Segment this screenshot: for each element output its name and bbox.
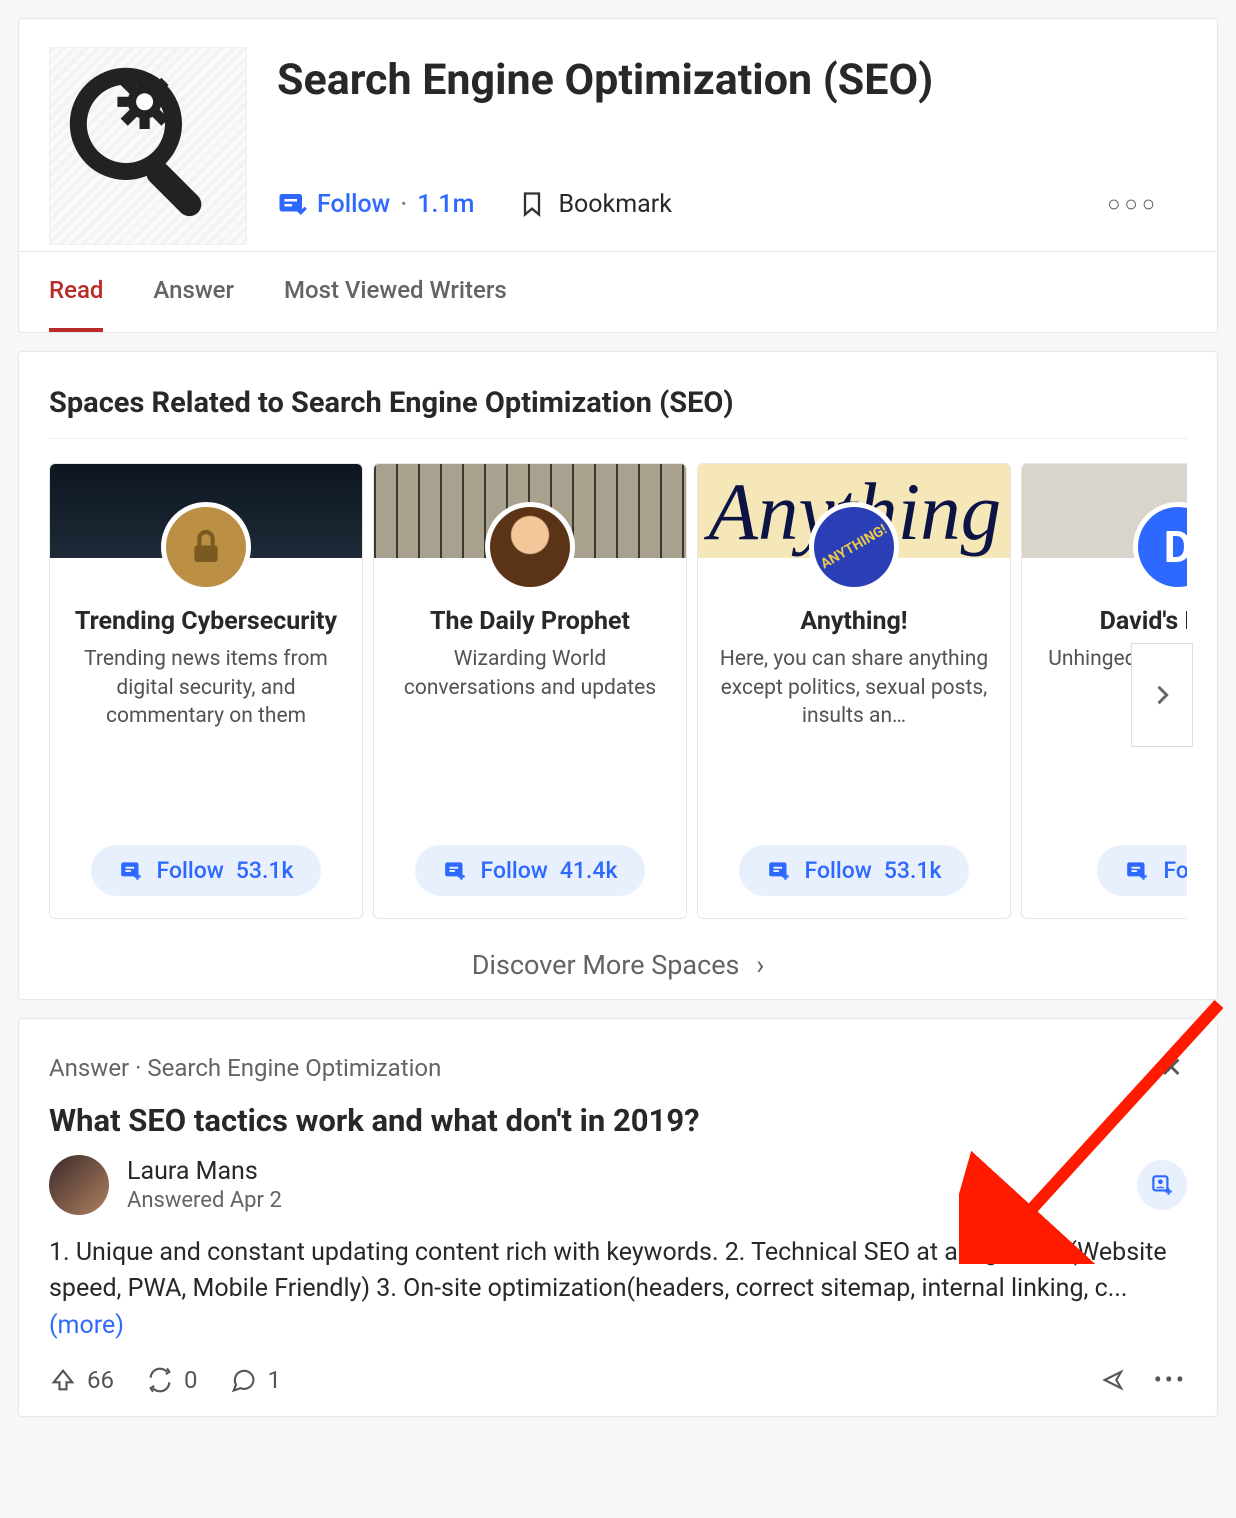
follower-count: 1.1m: [417, 190, 474, 219]
footer-right: •••: [1100, 1366, 1187, 1394]
follow-label: Follow: [317, 190, 390, 219]
space-banner: [50, 464, 362, 558]
space-avatar: [485, 502, 575, 592]
reshare-icon: [146, 1366, 174, 1394]
author-info: Laura Mans Answered Apr 2: [127, 1157, 282, 1213]
follow-user-button[interactable]: [1137, 1160, 1187, 1210]
answered-date: Answered Apr 2: [127, 1188, 282, 1213]
space-card[interactable]: The Daily Prophet Wizarding World conver…: [373, 463, 687, 919]
reshare-count: 0: [184, 1366, 198, 1394]
spaces-card: Spaces Related to Search Engine Optimiza…: [18, 351, 1218, 1000]
author-row: Laura Mans Answered Apr 2: [19, 1155, 1217, 1227]
spaces-carousel: Trending Cybersecurity Trending news ite…: [49, 463, 1187, 919]
share-button[interactable]: [1100, 1366, 1128, 1394]
more-link[interactable]: (more): [49, 1311, 124, 1340]
follow-icon: [119, 858, 145, 884]
space-card[interactable]: Anything ANYTHING! Anything! Here, you c…: [697, 463, 1011, 919]
tab-read[interactable]: Read: [49, 252, 103, 332]
lock-icon: [186, 527, 226, 567]
bookmark-label: Bookmark: [558, 190, 671, 219]
space-follow-label: Follow: [805, 857, 872, 884]
more-options-button[interactable]: ○○○: [1099, 183, 1167, 225]
space-banner: Anything ANYTHING!: [698, 464, 1010, 558]
spaces-heading: Spaces Related to Search Engine Optimiza…: [49, 386, 1187, 439]
answer-type-label: Answer: [49, 1054, 129, 1082]
comment-icon: [229, 1366, 257, 1394]
author-name[interactable]: Laura Mans: [127, 1157, 282, 1186]
tabs-row: Read Answer Most Viewed Writers: [19, 251, 1217, 332]
reshare-button[interactable]: 0: [146, 1366, 198, 1394]
space-banner: [374, 464, 686, 558]
avatar[interactable]: [49, 1155, 109, 1215]
space-avatar: [161, 502, 251, 592]
follow-icon: [1125, 858, 1151, 884]
space-follow-label: Follow: [1163, 857, 1187, 884]
space-banner: D: [1022, 464, 1187, 558]
space-body: Anything! Here, you can share anything e…: [698, 558, 1010, 845]
discover-label: Discover More Spaces: [472, 949, 740, 981]
space-card[interactable]: Trending Cybersecurity Trending news ite…: [49, 463, 363, 919]
topic-title: Search Engine Optimization (SEO): [277, 55, 1187, 105]
answer-text: 1. Unique and constant updating content …: [49, 1238, 1167, 1303]
upvote-count: 66: [87, 1366, 114, 1394]
space-follow-button[interactable]: Follow 41.4k: [415, 845, 646, 896]
follow-icon: [443, 858, 469, 884]
discover-more-link[interactable]: Discover More Spaces ›: [49, 949, 1187, 981]
topic-header-row: Search Engine Optimization (SEO) Follow …: [19, 19, 1217, 245]
tab-answer[interactable]: Answer: [153, 252, 234, 332]
space-desc: Trending news items from digital securit…: [68, 645, 344, 730]
magnifier-gear-icon: [63, 61, 233, 231]
upvote-button[interactable]: 66: [49, 1366, 114, 1394]
space-follow-label: Follow: [157, 857, 224, 884]
space-follow-button[interactable]: Follow 53.1k: [739, 845, 970, 896]
question-title[interactable]: What SEO tactics work and what don't in …: [19, 1102, 1217, 1155]
space-follow-count: 53.1k: [236, 857, 294, 884]
space-follow-count: 41.4k: [560, 857, 618, 884]
space-name: David's Digest: [1040, 606, 1187, 637]
answer-footer: 66 0 1 •••: [19, 1358, 1217, 1416]
topic-icon: [49, 47, 247, 245]
answer-meta-row: Answer · Search Engine Optimization ✕: [19, 1019, 1217, 1102]
space-avatar: ANYTHING!: [809, 502, 899, 592]
space-name: Trending Cybersecurity: [68, 606, 344, 637]
spaces-row: Trending Cybersecurity Trending news ite…: [49, 463, 1187, 919]
space-name: The Daily Prophet: [392, 606, 668, 637]
follow-user-icon: [1149, 1172, 1175, 1198]
bookmark-icon: [518, 190, 546, 218]
follow-button[interactable]: Follow · 1.1m: [277, 189, 474, 219]
space-name: Anything!: [716, 606, 992, 637]
topic-info: Search Engine Optimization (SEO) Follow …: [277, 47, 1187, 245]
chevron-right-icon: [1148, 681, 1176, 709]
dismiss-answer-button[interactable]: ✕: [1156, 1047, 1187, 1088]
space-follow-label: Follow: [481, 857, 548, 884]
comment-count: 1: [267, 1366, 281, 1394]
answer-topic-label[interactable]: Search Engine Optimization: [147, 1054, 441, 1082]
space-follow-button[interactable]: Follow 53.1k: [91, 845, 322, 896]
space-body: Trending Cybersecurity Trending news ite…: [50, 558, 362, 845]
answer-body: 1. Unique and constant updating content …: [19, 1227, 1217, 1358]
follow-icon: [767, 858, 793, 884]
spaces-section: Spaces Related to Search Engine Optimiza…: [19, 352, 1217, 999]
more-options-button[interactable]: •••: [1154, 1366, 1187, 1394]
answer-meta: Answer · Search Engine Optimization: [49, 1054, 441, 1082]
space-desc: Wizarding World conversations and update…: [392, 645, 668, 702]
follow-icon: [277, 189, 307, 219]
topic-header-card: Search Engine Optimization (SEO) Follow …: [18, 18, 1218, 333]
space-follow-button[interactable]: Follow: [1097, 845, 1187, 896]
tab-most-viewed[interactable]: Most Viewed Writers: [284, 252, 507, 332]
share-icon: [1100, 1366, 1128, 1394]
upvote-icon: [49, 1366, 77, 1394]
carousel-next-button[interactable]: [1131, 643, 1193, 747]
answer-card: Answer · Search Engine Optimization ✕ Wh…: [18, 1018, 1218, 1417]
comment-button[interactable]: 1: [229, 1366, 281, 1394]
chevron-right-icon: ›: [756, 949, 764, 981]
space-body: The Daily Prophet Wizarding World conver…: [374, 558, 686, 845]
space-desc: Here, you can share anything except poli…: [716, 645, 992, 730]
follow-sep: ·: [400, 190, 407, 219]
space-follow-count: 53.1k: [884, 857, 942, 884]
bookmark-button[interactable]: Bookmark: [518, 190, 671, 219]
topic-actions-row: Follow · 1.1m Bookmark ○○○: [277, 183, 1187, 225]
